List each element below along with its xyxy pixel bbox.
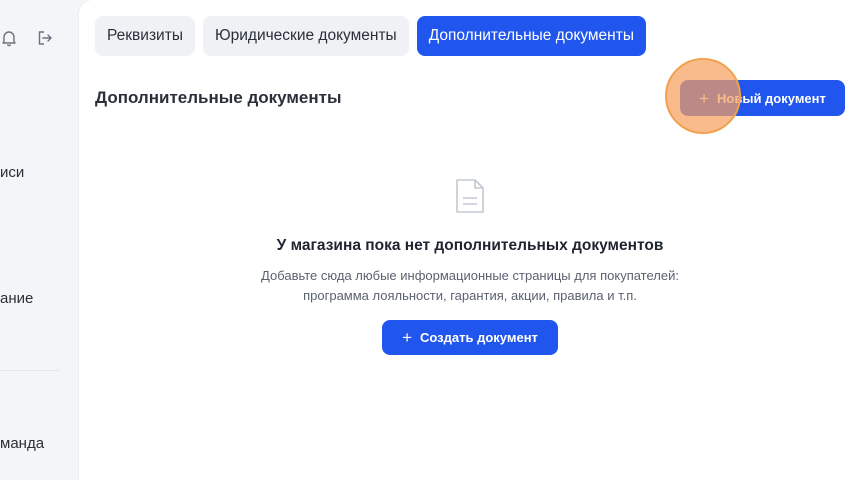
tab-additional-documents[interactable]: Дополнительные документы	[416, 16, 646, 56]
sidebar-item-label[interactable]: манда	[0, 435, 44, 452]
logout-icon[interactable]	[36, 29, 54, 47]
empty-state-description: Добавьте сюда любые информационные стран…	[79, 266, 861, 306]
page-title: Дополнительные документы	[95, 88, 342, 107]
empty-state-description-line: программа лояльности, гарантия, акции, п…	[303, 288, 637, 303]
tab-bar: Реквизиты Юридические документы Дополнит…	[95, 16, 646, 56]
empty-state-title: У магазина пока нет дополнительных докум…	[276, 237, 664, 254]
new-document-label: Новый документ	[717, 90, 826, 106]
plus-icon: +	[402, 328, 413, 347]
sidebar: иси ание манда	[0, 0, 80, 480]
tab-legal-documents[interactable]: Юридические документы	[202, 16, 409, 56]
bell-icon[interactable]	[0, 29, 18, 47]
new-document-button[interactable]: + Новый документ	[680, 80, 845, 116]
empty-state-description-line: Добавьте сюда любые информационные стран…	[261, 268, 679, 283]
sidebar-item-label[interactable]: иси	[0, 164, 24, 181]
sidebar-divider	[0, 370, 59, 371]
create-document-button[interactable]: + Создать документ	[382, 320, 558, 355]
document-icon	[456, 179, 484, 213]
sidebar-item-label[interactable]: ание	[0, 290, 33, 307]
plus-icon: +	[699, 88, 710, 108]
tab-requisites[interactable]: Реквизиты	[95, 16, 195, 56]
main-panel: Реквизиты Юридические документы Дополнит…	[79, 0, 861, 480]
create-document-label: Создать документ	[420, 330, 538, 345]
